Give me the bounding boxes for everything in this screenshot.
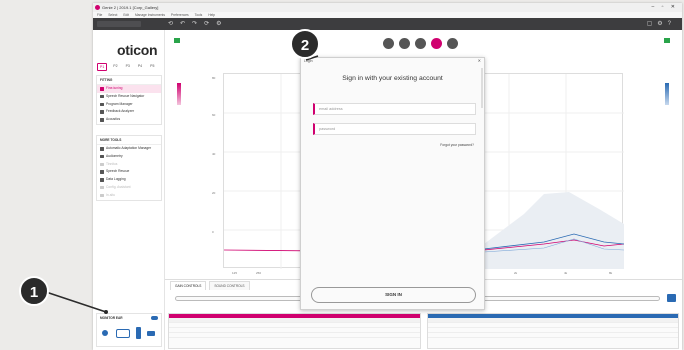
callout-2: 2 <box>290 29 320 59</box>
callout-lines <box>45 55 319 314</box>
callout-1: 1 <box>19 276 49 306</box>
